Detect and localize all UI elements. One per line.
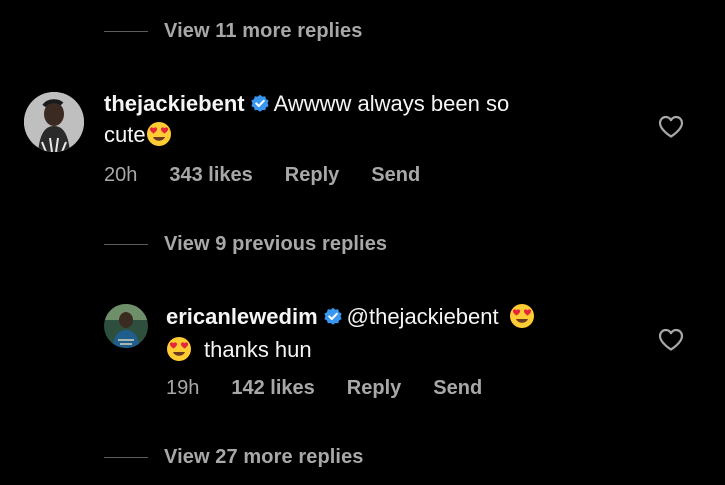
comment-text: ericanlewedim @thejackiebent thanks hun (166, 303, 626, 369)
comment-ericanlewedim: ericanlewedim @thejackiebent thanks hun 1… (0, 0, 725, 420)
like-count[interactable]: 142 likes (231, 377, 314, 400)
avatar-image (104, 304, 148, 348)
view-more-replies-link[interactable]: View 27 more replies (104, 446, 364, 469)
username[interactable]: ericanlewedim (166, 304, 318, 329)
comment-meta: 19h 142 likes Reply Send (166, 377, 514, 400)
mention-link[interactable]: @thejackiebent (347, 304, 499, 329)
comment-text-line2: thanks hun (204, 337, 312, 362)
send-button[interactable]: Send (433, 377, 482, 400)
reply-button[interactable]: Reply (347, 377, 401, 400)
heart-outline-icon[interactable] (658, 328, 684, 357)
verified-badge-icon (323, 306, 343, 334)
thread-line (104, 457, 148, 458)
timestamp: 19h (166, 377, 200, 399)
avatar[interactable] (104, 304, 148, 348)
heart-eyes-emoji (509, 303, 535, 336)
view-more-replies-label: View 27 more replies (164, 446, 364, 468)
heart-eyes-emoji (166, 336, 192, 369)
